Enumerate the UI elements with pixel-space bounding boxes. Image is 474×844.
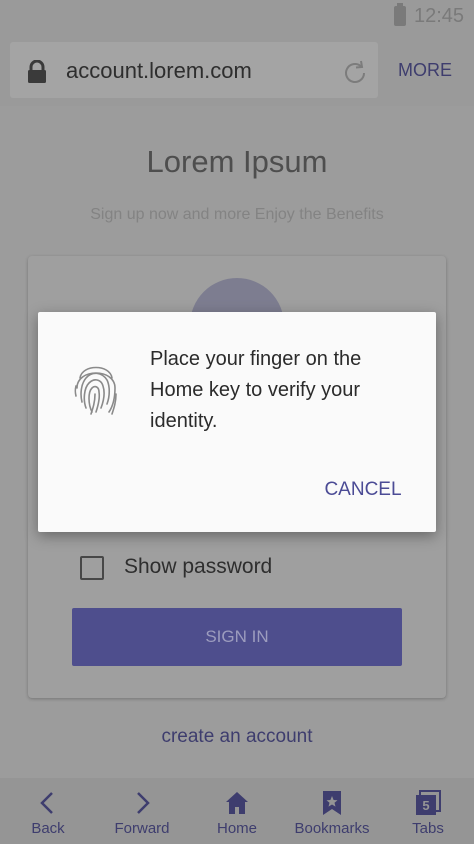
nav-bookmarks-label: Bookmarks bbox=[294, 820, 370, 837]
page-title: Lorem Ipsum bbox=[146, 144, 328, 179]
status-time: 12:45 bbox=[414, 5, 465, 27]
status-bar: 12:45 bbox=[0, 0, 474, 34]
page-subtitle: Sign up now and more Enjoy the Benefits bbox=[90, 206, 384, 223]
nav-home[interactable]: Home bbox=[189, 778, 285, 844]
more-button[interactable]: MORE bbox=[398, 60, 452, 81]
sign-in-button[interactable]: SIGN IN bbox=[72, 608, 402, 666]
reload-icon[interactable] bbox=[340, 58, 370, 88]
address-bar[interactable]: account.lorem.com bbox=[10, 42, 378, 98]
dialog-message: Place your finger on the Home key to ver… bbox=[150, 348, 362, 432]
forward-icon bbox=[137, 792, 150, 814]
lock-icon bbox=[28, 60, 46, 83]
nav-forward[interactable]: Forward bbox=[94, 778, 190, 844]
home-icon bbox=[226, 792, 248, 814]
bookmark-icon bbox=[323, 791, 341, 815]
nav-bookmarks[interactable]: Bookmarks bbox=[284, 778, 380, 844]
tabs-count-badge: 5 bbox=[422, 798, 429, 813]
nav-forward-label: Forward bbox=[114, 820, 170, 837]
nav-back-label: Back bbox=[31, 820, 65, 837]
nav-home-label: Home bbox=[216, 820, 257, 837]
back-icon bbox=[40, 792, 53, 814]
cancel-button[interactable]: CANCEL bbox=[314, 476, 412, 504]
nav-back[interactable]: Back bbox=[0, 778, 96, 844]
url-text[interactable]: account.lorem.com bbox=[66, 58, 252, 84]
browser-toolbar: account.lorem.com MORE bbox=[0, 34, 474, 106]
nav-tabs[interactable]: 5 Tabs bbox=[380, 778, 474, 844]
fingerprint-icon bbox=[74, 366, 117, 415]
create-account-link[interactable]: create an account bbox=[0, 726, 474, 748]
fingerprint-dialog: Place your finger on the Home key to ver… bbox=[38, 312, 436, 532]
battery-icon bbox=[394, 3, 406, 26]
show-password-label[interactable]: Show password bbox=[124, 555, 272, 579]
bottom-navigation: Back Forward Home Bookmarks 5 Tabs bbox=[0, 778, 474, 844]
show-password-checkbox[interactable] bbox=[80, 556, 104, 580]
nav-tabs-label: Tabs bbox=[412, 820, 444, 837]
tabs-icon: 5 bbox=[416, 790, 441, 815]
